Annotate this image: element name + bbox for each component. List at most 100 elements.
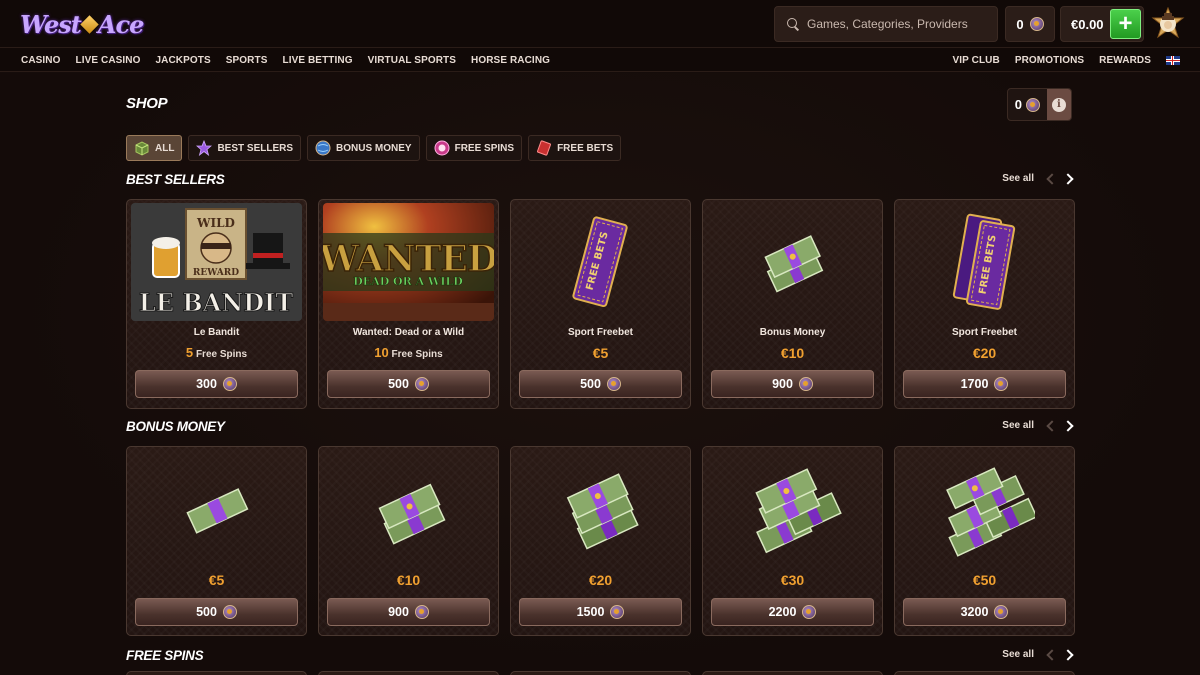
west-ace-logo[interactable]: West Ace [20, 6, 144, 42]
coin-icon [1026, 97, 1040, 112]
search-icon [787, 18, 799, 30]
card-value: €20 [972, 345, 997, 361]
nav-horse-racing[interactable]: HORSE RACING [471, 55, 550, 66]
uk-flag-icon[interactable] [1166, 55, 1180, 65]
chevron-right-icon[interactable] [1062, 172, 1074, 185]
coin-icon [414, 377, 429, 391]
filter-bonus-money[interactable]: BONUS MONEY [307, 135, 420, 161]
cash-stack-icon [378, 483, 446, 545]
freebet-ticket-icon: FREE BETS [571, 216, 628, 308]
buy-button[interactable]: 2200 [711, 598, 874, 626]
shop-card[interactable]: €20 1500 [510, 446, 691, 636]
filter-all[interactable]: ALL [126, 135, 183, 161]
filter-best-sellers[interactable]: BEST SELLERS [188, 135, 302, 161]
card-value: €10 [780, 345, 805, 361]
card-value: €20 [588, 572, 613, 588]
search-input[interactable]: Games, Categories, Providers [774, 6, 998, 42]
see-all-bonus-money[interactable]: See all [1002, 419, 1074, 432]
price-label: 500 [580, 377, 601, 391]
price-label: 1700 [960, 377, 989, 391]
nav-casino[interactable]: CASINO [21, 55, 61, 66]
wanted-logo: WANTED [323, 238, 494, 280]
chevron-right-icon[interactable] [1062, 419, 1074, 432]
le-bandit-reward-tag: REWARD [193, 268, 239, 278]
freebet-tickets-image: FREE BETS [899, 203, 1070, 321]
cash-stack-icon [566, 472, 639, 550]
chevron-left-icon[interactable] [1046, 172, 1058, 185]
logo-text-left: West [20, 9, 82, 39]
reward-unit: Free Spins [391, 349, 443, 360]
deposit-button[interactable]: + [1110, 9, 1141, 39]
shop-card[interactable] [894, 671, 1075, 675]
shop-card[interactable]: WILD REWARD LE BANDIT Le Bandit 5 Free S… [126, 199, 307, 409]
see-all-best-sellers[interactable]: See all [1002, 172, 1074, 185]
coin-icon [802, 605, 817, 619]
shop-card[interactable]: €10 900 [318, 446, 499, 636]
buy-button[interactable]: 300 [135, 370, 298, 398]
wanted-art: WANTED DEAD OR A WILD [323, 203, 494, 321]
shop-card[interactable]: Bonus Money €10 900 [702, 199, 883, 409]
freebet-tickets-icon: FREE BETS [952, 213, 1015, 310]
cash-stack-image [707, 203, 878, 321]
card-title: Wanted: Dead or a Wild [352, 327, 465, 338]
shop-card[interactable] [510, 671, 691, 675]
best-sellers-row: WILD REWARD LE BANDIT Le Bandit 5 Free S… [126, 199, 1075, 409]
buy-button[interactable]: 3200 [903, 598, 1066, 626]
nav-rewards[interactable]: REWARDS [1099, 55, 1151, 66]
filter-free-bets[interactable]: FREE BETS [528, 135, 622, 161]
nav-live-casino[interactable]: LIVE CASINO [76, 55, 141, 66]
filter-free-spins[interactable]: FREE SPINS [425, 135, 523, 161]
sheriff-avatar-button[interactable] [1150, 6, 1186, 42]
coin-icon [798, 377, 813, 391]
card-title: Le Bandit [193, 327, 240, 338]
nav-sports[interactable]: SPORTS [226, 55, 268, 66]
bonus-money-row: €5 500 €10 900 €20 1500 €30 2200 €50 320… [126, 446, 1075, 636]
nav-jackpots[interactable]: JACKPOTS [156, 55, 211, 66]
coin-icon [1029, 17, 1044, 31]
shop-card[interactable] [318, 671, 499, 675]
nav-vip-club[interactable]: VIP CLUB [953, 55, 1000, 66]
le-bandit-wild-tag: WILD [196, 216, 235, 230]
shop-card[interactable] [126, 671, 307, 675]
buy-button[interactable]: 1500 [519, 598, 682, 626]
section-title-bonus-money: BONUS MONEY [126, 419, 225, 434]
filter-label: BONUS MONEY [336, 142, 412, 154]
price-label: 900 [772, 377, 793, 391]
buy-button[interactable]: 900 [711, 370, 874, 398]
reward-unit: Free Spins [195, 349, 248, 360]
chevron-left-icon[interactable] [1046, 419, 1058, 432]
buy-button[interactable]: 500 [519, 370, 682, 398]
coin-icon [222, 605, 237, 619]
card-value: €50 [972, 572, 997, 588]
filter-label: FREE SPINS [454, 142, 515, 154]
shop-card[interactable]: FREE BETS Sport Freebet €20 1700 [894, 199, 1075, 409]
shop-card[interactable]: FREE BETS Sport Freebet €5 500 [510, 199, 691, 409]
star-icon [196, 140, 213, 156]
card-value: €30 [780, 572, 805, 588]
buy-button[interactable]: 900 [327, 598, 490, 626]
buy-button[interactable]: 1700 [903, 370, 1066, 398]
chevron-right-icon[interactable] [1062, 648, 1074, 661]
info-button[interactable]: i [1046, 89, 1071, 120]
globe-coin-icon [315, 140, 331, 156]
nav-live-betting[interactable]: LIVE BETTING [282, 55, 352, 66]
box-icon [135, 141, 149, 156]
info-icon: i [1051, 97, 1066, 112]
le-bandit-art: WILD REWARD LE BANDIT [131, 203, 302, 321]
le-bandit-logo: LE BANDIT [139, 288, 293, 317]
shop-card[interactable]: €5 500 [126, 446, 307, 636]
nav-promotions[interactable]: PROMOTIONS [1015, 55, 1084, 66]
shop-card[interactable]: €50 3200 [894, 446, 1075, 636]
see-all-free-spins[interactable]: See all [1002, 648, 1074, 661]
shop-card[interactable] [702, 671, 883, 675]
coin-balance-button[interactable]: 0 [1005, 6, 1055, 42]
nav-virtual-sports[interactable]: VIRTUAL SPORTS [368, 55, 456, 66]
coin-icon [994, 377, 1009, 391]
shop-card[interactable]: €30 2200 [702, 446, 883, 636]
chevron-left-icon[interactable] [1046, 648, 1058, 661]
buy-button[interactable]: 500 [327, 370, 490, 398]
shop-card[interactable]: WANTED DEAD OR A WILD Wanted: Dead or a … [318, 199, 499, 409]
filter-label: BEST SELLERS [217, 142, 294, 154]
balance-amount: €0.00 [1071, 16, 1104, 32]
buy-button[interactable]: 500 [135, 598, 298, 626]
